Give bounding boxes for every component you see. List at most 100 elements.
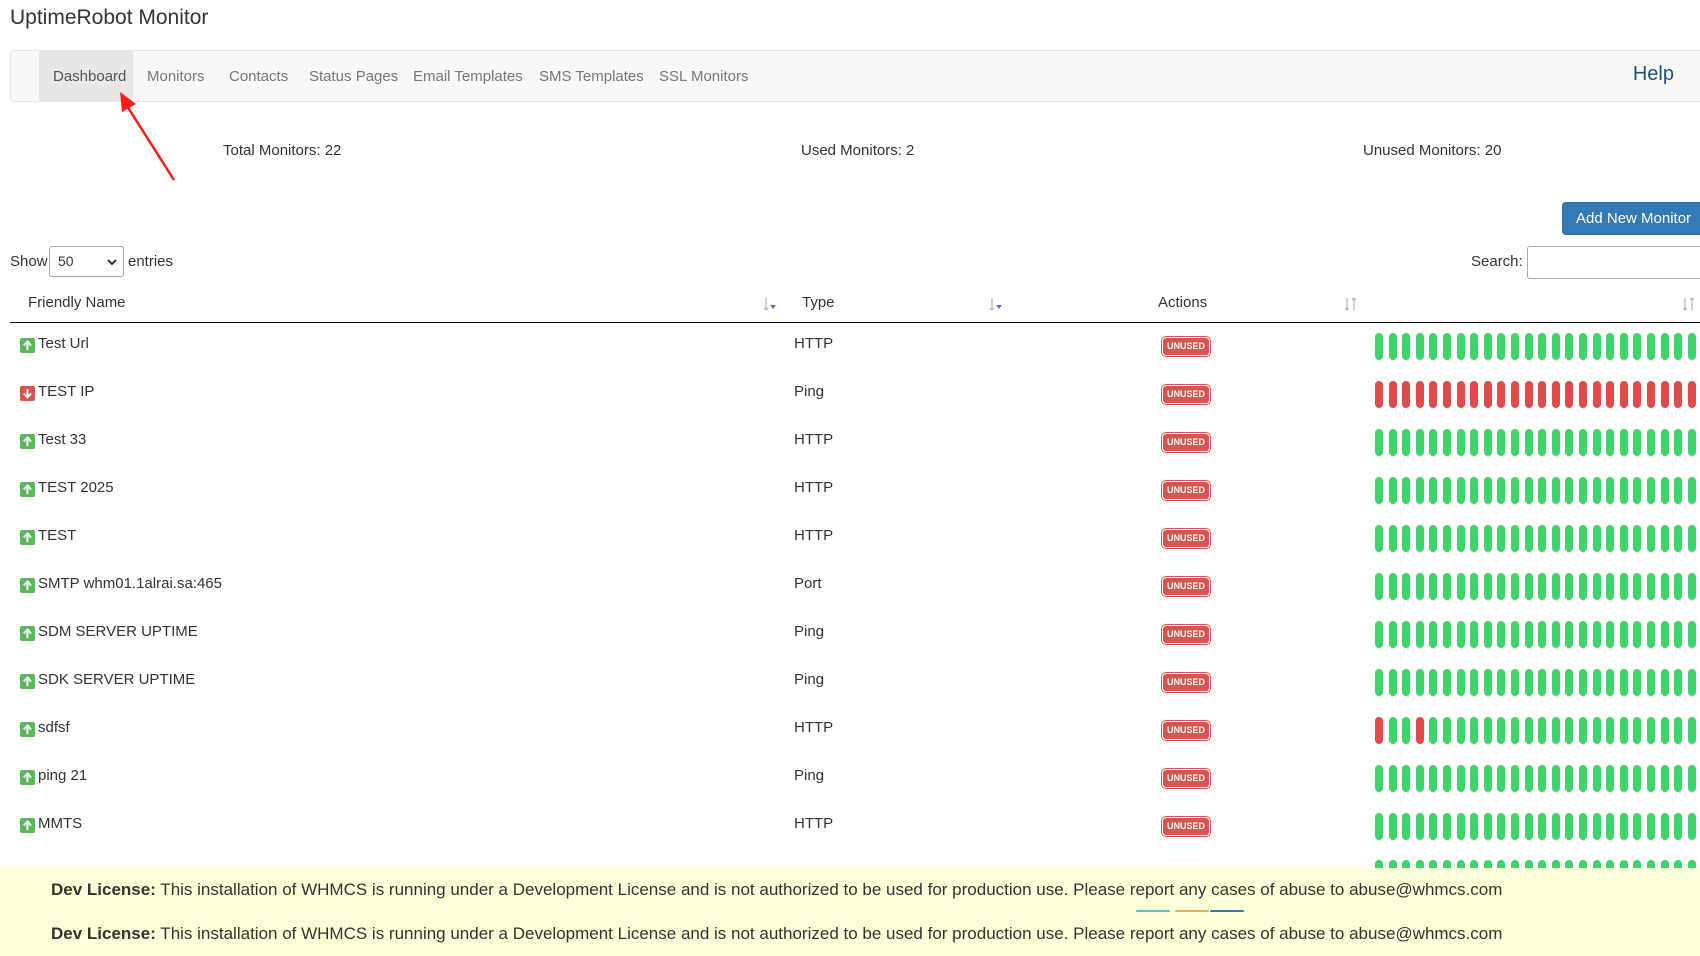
- sort-icon[interactable]: [988, 296, 1004, 312]
- uptime-bar-up: [1456, 333, 1465, 360]
- monitor-name[interactable]: TEST 2025: [38, 479, 114, 496]
- uptime-bar-up: [1633, 813, 1642, 840]
- sort-icon[interactable]: [1343, 296, 1359, 312]
- uptime-bar-up: [1633, 717, 1642, 744]
- column-header-friendly-name[interactable]: Friendly Name: [28, 294, 126, 311]
- uptime-bar-up: [1429, 669, 1438, 696]
- uptime-bar-up: [1565, 621, 1574, 648]
- uptime-bar-down: [1429, 381, 1438, 408]
- uptime-bar-up: [1524, 669, 1533, 696]
- uptime-bar-up: [1483, 525, 1492, 552]
- uptime-bar-up: [1565, 333, 1574, 360]
- entries-per-page-select[interactable]: 50: [49, 246, 124, 277]
- uptime-bar-up: [1565, 477, 1574, 504]
- uptime-bar-up: [1633, 621, 1642, 648]
- uptime-bar-up: [1511, 525, 1519, 552]
- column-header-type[interactable]: Type: [802, 294, 835, 311]
- tab-status-pages[interactable]: Status Pages: [309, 51, 398, 101]
- search-input[interactable]: [1527, 246, 1700, 279]
- uptime-bar-up: [1483, 621, 1492, 648]
- monitor-name[interactable]: Test 33: [38, 431, 86, 448]
- tab-ssl-monitors[interactable]: SSL Monitors: [659, 51, 748, 101]
- monitor-type: HTTP: [794, 815, 834, 832]
- entries-label: entries: [128, 253, 174, 270]
- monitor-name[interactable]: MMTS: [38, 815, 82, 832]
- uptime-bar-up: [1429, 813, 1438, 840]
- uptime-bar-up: [1470, 429, 1479, 456]
- uptime-bar-up: [1674, 813, 1683, 840]
- column-header-actions[interactable]: Actions: [1158, 294, 1207, 311]
- table-row: ping 21 Ping UNUSED: [0, 756, 1700, 804]
- uptime-bar-up: [1660, 860, 1669, 868]
- uptime-bar-up: [1579, 621, 1587, 648]
- uptime-bar-up: [1674, 333, 1683, 360]
- uptime-bar-up: [1687, 477, 1696, 504]
- uptime-bar-down: [1402, 381, 1411, 408]
- uptime-bar-down: [1551, 381, 1560, 408]
- table-row: SDK SERVER UPTIME Ping UNUSED: [0, 660, 1700, 708]
- arrow-up-icon: [20, 818, 35, 833]
- uptime-bar-up: [1551, 669, 1560, 696]
- uptime-bar-up: [1565, 813, 1574, 840]
- monitor-name[interactable]: ping 21: [38, 767, 87, 784]
- uptime-bar-up: [1592, 429, 1601, 456]
- arrow-up-icon: [20, 722, 35, 737]
- arrow-down-icon: [20, 386, 35, 401]
- uptime-bar-up: [1565, 429, 1574, 456]
- uptime-bar-up: [1687, 333, 1696, 360]
- tab-email-templates[interactable]: Email Templates: [413, 51, 523, 101]
- monitor-type: Ping: [794, 623, 825, 640]
- uptime-bar-up: [1647, 765, 1655, 792]
- monitor-name[interactable]: sdfsf: [38, 719, 70, 736]
- uptime-bar-up: [1592, 477, 1601, 504]
- unused-status-badge: UNUSED: [1163, 338, 1210, 355]
- uptime-bar-up: [1470, 477, 1479, 504]
- uptime-bar-up: [1415, 429, 1424, 456]
- uptime-bar-up: [1497, 860, 1506, 868]
- uptime-bar-up: [1579, 525, 1587, 552]
- uptime-bar-up: [1619, 333, 1628, 360]
- uptime-bar-up: [1375, 621, 1383, 648]
- uptime-bar-up: [1443, 765, 1451, 792]
- monitor-name[interactable]: TEST: [38, 527, 76, 544]
- uptime-bar-up: [1687, 621, 1696, 648]
- uptime-bar-up: [1538, 429, 1547, 456]
- monitor-name[interactable]: SDM SERVER UPTIME: [38, 623, 198, 640]
- monitor-name[interactable]: SMTP whm01.1alrai.sa:465: [38, 575, 222, 592]
- uptime-bar-down: [1388, 381, 1397, 408]
- uptime-bar-up: [1388, 429, 1397, 456]
- uptime-bar-up: [1375, 477, 1383, 504]
- monitor-name[interactable]: TEST IP: [38, 383, 94, 400]
- help-link[interactable]: Help: [1633, 51, 1674, 97]
- uptime-bar-up: [1660, 813, 1669, 840]
- tab-contacts[interactable]: Contacts: [229, 51, 288, 101]
- uptime-bars: [1375, 381, 1700, 408]
- entries-per-page-value: 50: [58, 253, 74, 269]
- tab-sms-templates[interactable]: SMS Templates: [539, 51, 644, 101]
- monitor-type: HTTP: [794, 431, 834, 448]
- table-row: sdfsf HTTP UNUSED: [0, 708, 1700, 756]
- uptime-bar-up: [1674, 429, 1683, 456]
- uptime-bar-up: [1511, 477, 1519, 504]
- uptime-bar-down: [1579, 381, 1587, 408]
- uptime-bar-up: [1511, 669, 1519, 696]
- chevron-down-icon: [107, 259, 117, 266]
- uptime-bar-up: [1483, 765, 1492, 792]
- sort-icon[interactable]: [1681, 296, 1697, 312]
- monitor-name[interactable]: SDK SERVER UPTIME: [38, 671, 195, 688]
- monitor-name[interactable]: Test Url: [38, 335, 89, 352]
- add-new-monitor-button[interactable]: Add New Monitor: [1562, 202, 1700, 235]
- sort-icon[interactable]: [762, 296, 778, 312]
- uptime-bar-up: [1687, 573, 1696, 600]
- table-row: SMTP whm01.1alrai.sa:465 Port UNUSED: [0, 564, 1700, 612]
- arrow-up-icon: [20, 626, 35, 641]
- monitor-type: Port: [794, 575, 822, 592]
- uptime-bar-down: [1687, 381, 1696, 408]
- uptime-bar-up: [1497, 813, 1506, 840]
- uptime-bar-up: [1633, 573, 1642, 600]
- unused-status-badge: UNUSED: [1163, 434, 1210, 451]
- uptime-bar-up: [1660, 669, 1669, 696]
- uptime-bar-up: [1388, 765, 1397, 792]
- uptime-bar-down: [1633, 381, 1642, 408]
- uptime-bar-up: [1402, 573, 1411, 600]
